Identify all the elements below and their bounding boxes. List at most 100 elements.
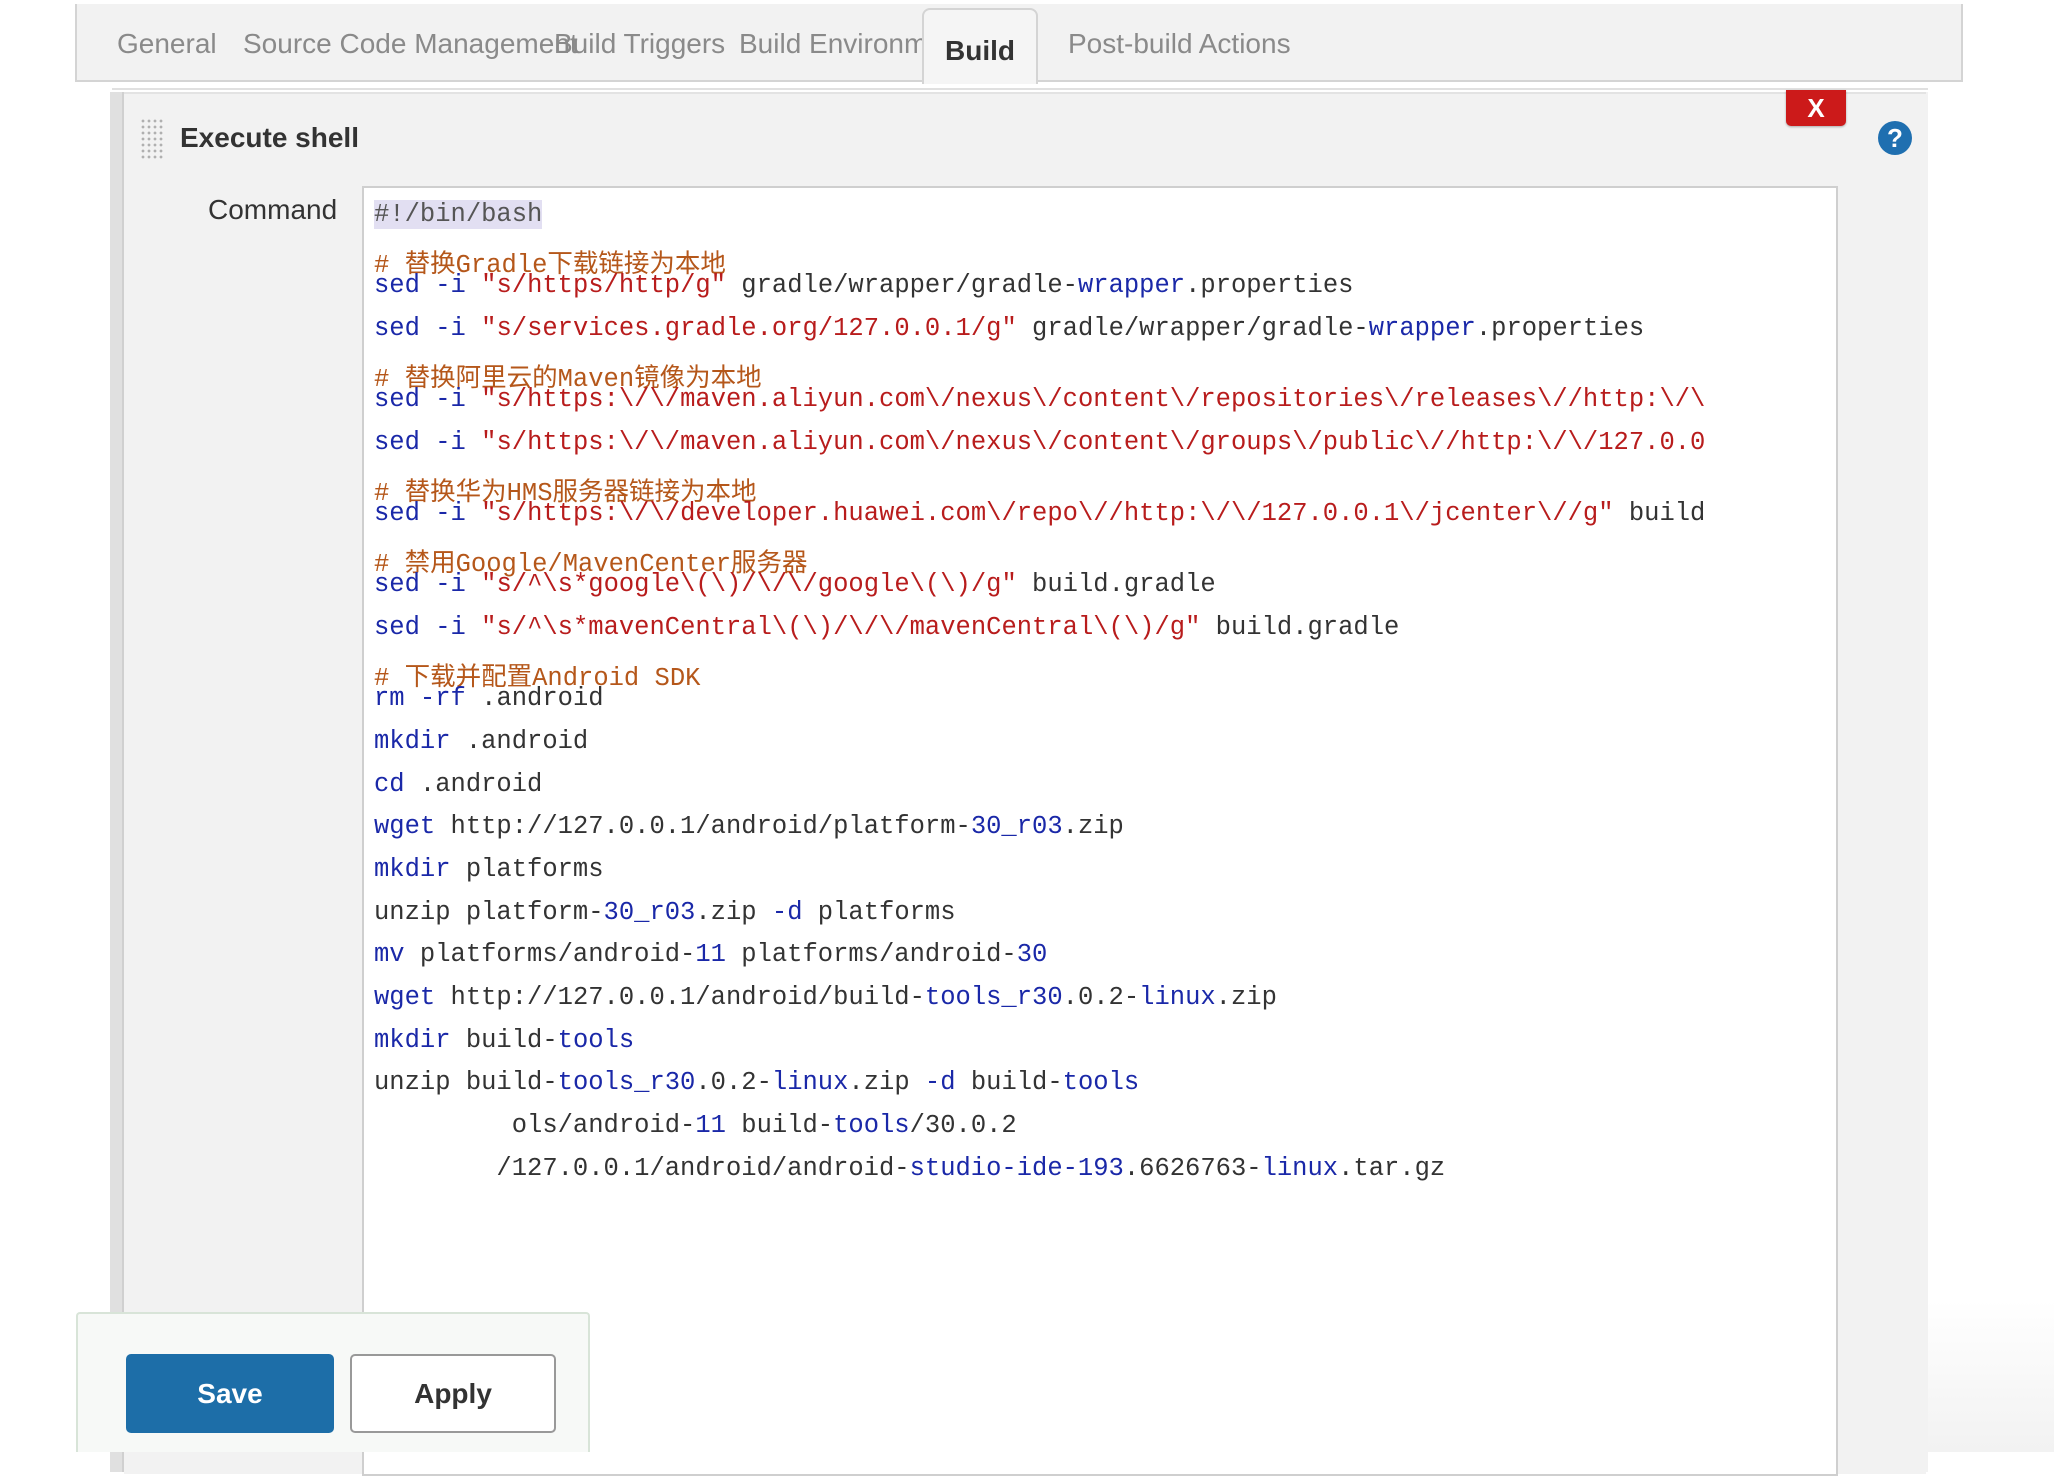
- code-token-plain: build: [1613, 499, 1706, 528]
- code-token-kw: cd: [374, 769, 405, 799]
- code-token-plain: .0.2-: [1062, 983, 1140, 1012]
- code-token-num: 30_r03: [603, 897, 696, 927]
- code-token-kw: wrapper: [1368, 313, 1476, 343]
- code-token-kw: sed: [374, 570, 420, 600]
- code-token-kw: linux: [1139, 983, 1216, 1012]
- code-line: sed -i "s/https:\/\/maven.aliyun.com\/ne…: [374, 385, 1705, 414]
- command-label: Command: [208, 194, 338, 225]
- code-line: mv platforms/android-11 platforms/androi…: [374, 940, 1047, 969]
- code-token-str: "s/https/http/g": [481, 271, 726, 301]
- code-token-kw: -d: [924, 1068, 956, 1098]
- code-token-plain: .properties: [1185, 271, 1354, 301]
- code-token-plain: unzip platform-: [374, 897, 604, 927]
- code-line: wget http://127.0.0.1/android/build-tool…: [374, 983, 1277, 1012]
- panel-inner-border: [122, 92, 124, 1472]
- code-line: sed -i "s/services.gradle.org/127.0.0.1/…: [374, 314, 1644, 343]
- code-line: sed -i "s/https:\/\/maven.aliyun.com\/ne…: [374, 428, 1705, 457]
- step-title: Execute shell: [180, 122, 359, 153]
- code-token-plain: .tar.gz: [1338, 1153, 1446, 1183]
- command-editor[interactable]: #!/bin/bash # 替换Gradle下载链接为本地 sed -i "s/ht…: [362, 186, 1838, 1476]
- code-token-num: 30: [1016, 940, 1048, 970]
- delete-step-button[interactable]: X: [1786, 90, 1846, 126]
- code-token-kw: tools: [557, 1025, 635, 1055]
- code-line: mkdir .android: [374, 727, 588, 756]
- code-token-plain: /30.0.2: [909, 1111, 1017, 1141]
- code-token-num: 11: [695, 1111, 726, 1141]
- code-token-kw: wget: [374, 983, 436, 1012]
- code-token-plain: build-: [725, 1111, 834, 1141]
- code-token-shebang: #!/bin/bash: [374, 200, 543, 229]
- tab-build[interactable]: Build: [922, 8, 1038, 84]
- code-token-plain: gradle/wrapper/gradle-: [1016, 313, 1369, 343]
- code-token-kw: sed: [374, 313, 420, 343]
- code-token-kw: sed: [374, 499, 420, 528]
- code-token-plain: .android: [450, 726, 589, 756]
- code-token-kw: wget: [374, 812, 436, 842]
- code-line: mkdir platforms: [374, 855, 604, 884]
- code-token-plain: platforms/android-: [725, 940, 1017, 970]
- code-token-plain: gradle/wrapper/gradle-: [726, 271, 1078, 301]
- tab-build-triggers[interactable]: Build Triggers: [554, 28, 725, 60]
- code-token-plain: platforms: [450, 854, 604, 884]
- code-line: ols/android-11 build-tools/30.0.2: [374, 1111, 1017, 1140]
- code-token-kw: rm: [374, 684, 405, 714]
- code-token-kw: tools: [833, 1111, 910, 1141]
- code-token-kw: -i: [435, 385, 466, 415]
- code-line: rm -rf .android: [374, 684, 604, 713]
- code-token-kw: sed: [374, 271, 420, 301]
- code-token-plain: .properties: [1475, 313, 1645, 343]
- drag-handle-icon[interactable]: [140, 118, 164, 160]
- code-token-kw: sed: [374, 385, 420, 415]
- code-token-plain: http://127.0.0.1/android/build-: [435, 983, 925, 1012]
- code-token-num: 30_r03: [970, 812, 1063, 842]
- tab-post-build-actions[interactable]: Post-build Actions: [1068, 28, 1291, 60]
- save-button[interactable]: Save: [126, 1354, 334, 1433]
- code-token-kw: -i: [435, 313, 466, 343]
- code-token-kw: -i: [435, 570, 466, 600]
- code-token-plain: platforms/android-: [404, 940, 696, 970]
- tab-general[interactable]: General: [117, 28, 217, 60]
- code-token-plain: .0.2-: [695, 1068, 772, 1098]
- code-token-plain: /127.0.0.1/android/android-: [374, 1153, 910, 1183]
- code-line: sed -i "s/^\s*google\(\)/\/\/google\(\)/…: [374, 570, 1216, 599]
- code-token-plain: build.gradle: [1016, 570, 1216, 600]
- code-token-kw: -i: [435, 499, 466, 528]
- code-line: mkdir build-tools: [374, 1026, 634, 1055]
- code-token-kw: linux: [1261, 1153, 1339, 1183]
- code-token-plain: .zip: [848, 1068, 925, 1098]
- code-line: #!/bin/bash: [374, 200, 543, 229]
- tab-bar: General Source Code Management Build Tri…: [75, 4, 1963, 84]
- apply-button[interactable]: Apply: [350, 1354, 556, 1433]
- code-line: unzip build-tools_r30.0.2-linux.zip -d b…: [374, 1068, 1139, 1097]
- tab-source-code-management[interactable]: Source Code Management: [243, 28, 578, 60]
- code-token-kw: mkdir: [374, 1025, 451, 1055]
- code-token-str: "s/^\s*google\(\)/\/\/google\(\)/g": [481, 570, 1017, 600]
- code-token-kw: sed: [374, 427, 420, 457]
- help-icon[interactable]: ?: [1878, 121, 1912, 155]
- page-fade: [1914, 1300, 2054, 1452]
- panel-top-divider: [112, 88, 1928, 90]
- code-line: sed -i "s/https:\/\/developer.huawei.com…: [374, 499, 1705, 528]
- code-token-kw: -i: [435, 612, 466, 642]
- code-token-kw: -rf: [419, 684, 466, 714]
- code-token-kw: tools_r30: [557, 1068, 696, 1098]
- code-token-kw: tools_r30: [924, 983, 1063, 1012]
- code-token-plain: .zip: [695, 897, 772, 927]
- code-token-num: 11: [695, 940, 726, 970]
- code-token-kw: tools: [1062, 1068, 1140, 1098]
- code-token-kw: mkdir: [374, 854, 451, 884]
- code-line: unzip platform-30_r03.zip -d platforms: [374, 898, 956, 927]
- code-line: /127.0.0.1/android/android-studio-ide-19…: [374, 1154, 1445, 1183]
- code-token-plain: .android: [465, 684, 604, 714]
- code-token-plain: .zip: [1215, 983, 1277, 1012]
